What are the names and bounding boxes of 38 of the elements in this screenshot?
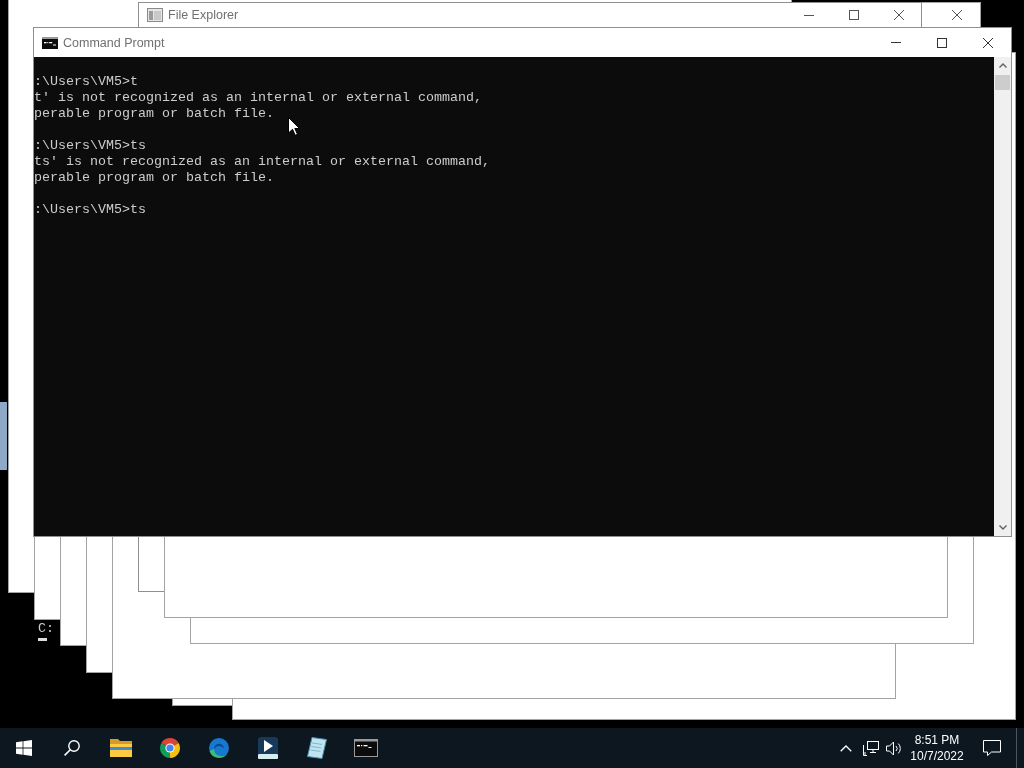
mouse-pointer-icon (288, 117, 300, 136)
console-line: :\Users\VM5>ts (34, 202, 146, 218)
four-panes-icon (16, 740, 32, 756)
caret-up-icon (998, 63, 1007, 68)
maximize-icon (848, 10, 859, 20)
terminal-icon (353, 739, 378, 757)
window-icon (147, 8, 163, 22)
folder-icon (109, 739, 132, 757)
notepad-icon (306, 737, 327, 759)
speaker-icon (886, 740, 902, 756)
console-line: t' is not recognized as an internal or external command, (34, 90, 482, 106)
close-icon (893, 10, 904, 20)
terminal-icon (42, 36, 58, 49)
console-line: perable program or batch file. (34, 170, 274, 186)
clock-button[interactable]: 8:51 PM 10/7/2022 (906, 728, 968, 768)
caret-down-icon (998, 525, 1007, 530)
maximize-icon (937, 37, 947, 48)
caret-up-icon (840, 744, 852, 752)
speech-bubble-icon (983, 740, 1001, 756)
close-icon (983, 37, 993, 48)
tricolor-circle-icon (159, 738, 180, 758)
search-icon (64, 740, 80, 756)
console-line: :\Users\VM5>t (34, 74, 138, 90)
chevron-tile-icon (257, 737, 278, 759)
window-title: File Explorer (168, 8, 239, 22)
console-text: C: (38, 621, 54, 637)
cursor-block-icon (38, 638, 47, 641)
console-line: perable program or batch file. (34, 106, 274, 122)
network-icon (863, 740, 879, 756)
close-icon (952, 10, 962, 20)
scroll-thumb[interactable] (995, 75, 1010, 90)
selection-highlight (0, 402, 7, 470)
minimize-icon (891, 42, 901, 43)
minimize-icon (803, 14, 814, 16)
console-line: ts' is not recognized as an internal or external command, (34, 154, 490, 170)
swirl-icon (208, 738, 229, 758)
window-title: Command Prompt (63, 35, 165, 50)
console-line: :\Users\VM5>ts (34, 138, 146, 154)
